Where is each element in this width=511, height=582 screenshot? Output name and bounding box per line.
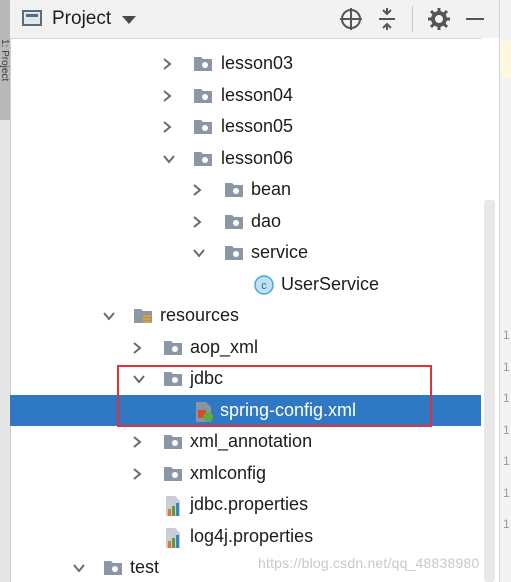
tree-row[interactable]: spring-config.xml (10, 395, 481, 426)
folder-icon (163, 338, 183, 356)
tree-row[interactable]: lesson05 (10, 111, 481, 142)
properties-file-icon (163, 527, 183, 548)
panel-title[interactable]: Project (52, 8, 111, 30)
tree-row[interactable]: xmlconfig (10, 458, 481, 489)
chevron-right-icon[interactable] (163, 58, 172, 70)
tree-item-label: service (251, 242, 309, 262)
folder-icon (193, 86, 213, 104)
tree-row[interactable]: dao (10, 206, 481, 237)
tree-row[interactable]: resources (10, 300, 481, 331)
tree-item-label: spring-config.xml (220, 400, 357, 420)
toolbar-separator (412, 6, 413, 32)
tree-row[interactable]: jdbc (10, 363, 481, 394)
tree-item-label: log4j.properties (190, 526, 314, 546)
tree-row[interactable]: bean (10, 174, 481, 205)
tree-row[interactable]: lesson03 (10, 48, 481, 79)
svg-text:c: c (261, 280, 267, 292)
chevron-down-icon[interactable] (73, 564, 85, 573)
tree-row[interactable]: xml_annotation (10, 426, 481, 457)
folder-icon (193, 149, 213, 167)
gutter-line-number: 1 (503, 423, 510, 437)
tree-row[interactable]: lesson04 (10, 80, 481, 111)
gutter-line-number: 1 (503, 517, 510, 531)
tree-item-label: lesson06 (221, 148, 294, 168)
tree-item-label: xmlconfig (190, 463, 267, 483)
tree-item-label: aop_xml (190, 337, 259, 357)
folder-icon (163, 432, 183, 450)
project-view-icon (22, 10, 42, 26)
chevron-down-icon[interactable] (103, 312, 115, 321)
gutter-line-number: 1 (503, 454, 510, 468)
tree-row[interactable]: c UserService (10, 269, 481, 300)
tree-item-label: bean (251, 179, 292, 199)
chevron-right-icon[interactable] (133, 436, 142, 448)
folder-icon (193, 117, 213, 135)
tree-item-label: jdbc (190, 368, 224, 388)
project-tree: lesson03 lesson04 lesson05 lesson06 bean dao s… (10, 38, 481, 582)
folder-icon (163, 369, 183, 387)
tree-item-label: resources (160, 305, 240, 325)
tree-item-label: xml_annotation (190, 431, 313, 451)
gear-icon[interactable] (426, 6, 452, 32)
properties-file-icon (163, 495, 183, 516)
gutter-line-number: 1 (503, 328, 510, 342)
editor-edge: 1 1 1 1 1 1 1 (499, 0, 511, 582)
resources-folder-icon (133, 306, 153, 324)
tree-item-label: lesson04 (221, 85, 294, 105)
chevron-right-icon[interactable] (163, 121, 172, 133)
tree-item-label: UserService (281, 274, 380, 294)
tree-row[interactable]: service (10, 237, 481, 268)
java-class-icon: c (254, 275, 274, 295)
tree-item-label: lesson05 (221, 116, 294, 136)
gutter-line-number: 1 (503, 486, 510, 500)
chevron-right-icon[interactable] (163, 90, 172, 102)
minimize-icon[interactable] (462, 6, 488, 32)
tree-item-label: test (130, 557, 160, 577)
tree-item-label: jdbc.properties (190, 494, 309, 514)
chevron-right-icon[interactable] (133, 342, 142, 354)
tree-row[interactable]: aop_xml (10, 332, 481, 363)
folder-icon (224, 212, 244, 230)
tree-row[interactable]: log4j.properties (10, 521, 481, 552)
crosshair-icon[interactable] (338, 6, 364, 32)
chevron-right-icon[interactable] (193, 216, 202, 228)
tree-item-label: lesson03 (221, 53, 294, 73)
chevron-right-icon[interactable] (193, 184, 202, 196)
tree-row-cut (10, 38, 481, 48)
folder-icon (224, 243, 244, 261)
tree-row[interactable]: lesson06 (10, 143, 481, 174)
spring-xml-file-icon (193, 401, 213, 422)
watermark: https://blog.csdn.net/qq_48838980 (258, 555, 480, 571)
folder-icon (163, 464, 183, 482)
chevron-down-icon[interactable] (163, 155, 175, 164)
scrollbar-thumb[interactable] (484, 200, 495, 582)
gutter-line-number: 1 (503, 391, 510, 405)
folder-icon (224, 180, 244, 198)
folder-icon (103, 558, 123, 576)
chevron-right-icon[interactable] (133, 468, 142, 480)
tree-row[interactable]: jdbc.properties (10, 489, 481, 520)
project-toolbar: Project (10, 0, 499, 39)
collapse-icon[interactable] (374, 6, 400, 32)
tree-item-label: dao (251, 211, 282, 231)
gutter-line-number: 1 (503, 360, 510, 374)
editor-notification-strip (500, 40, 511, 78)
view-dropdown-icon[interactable] (122, 16, 136, 24)
folder-icon (193, 54, 213, 72)
project-tool-tab[interactable]: 1: Project (0, 0, 10, 120)
chevron-down-icon[interactable] (193, 249, 205, 258)
chevron-down-icon[interactable] (133, 375, 145, 384)
